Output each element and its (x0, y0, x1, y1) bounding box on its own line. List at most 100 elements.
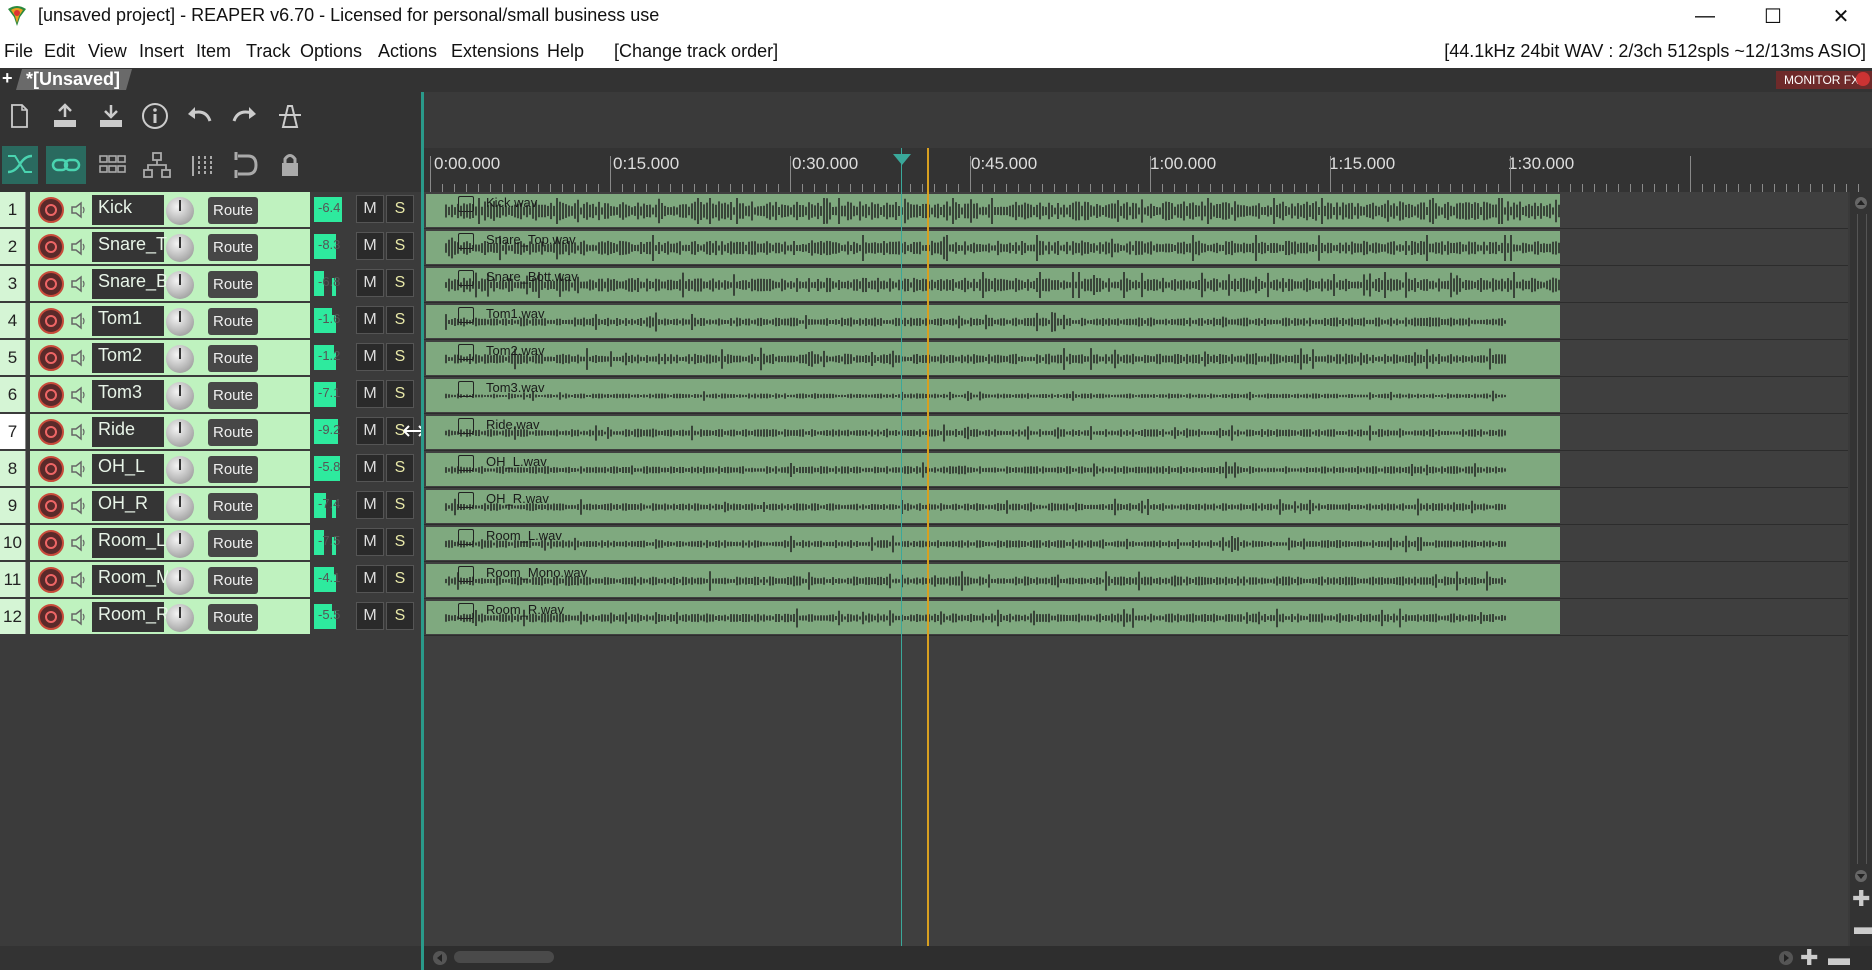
scroll-up-icon[interactable] (1854, 196, 1868, 210)
item-lock-icon[interactable] (458, 566, 474, 582)
item-lock-icon[interactable] (458, 455, 474, 471)
speaker-icon[interactable] (70, 608, 88, 626)
track-number[interactable]: 1 (0, 192, 26, 227)
track-number[interactable]: 5 (0, 340, 26, 375)
track-lane[interactable]: OH_R.wav (424, 488, 1848, 525)
speaker-icon[interactable] (70, 423, 88, 441)
track-meter[interactable]: -7.4 (314, 493, 344, 518)
zoom-in-vertical-icon[interactable]: ✚ (1852, 888, 1870, 910)
route-button[interactable]: Route (208, 456, 258, 483)
track-number[interactable]: 2 (0, 229, 26, 264)
media-item[interactable]: Tom2.wav (426, 342, 1560, 375)
mute-button[interactable]: M (356, 454, 384, 482)
envelope-lock-icon[interactable] (185, 148, 219, 182)
track-row[interactable]: 1 Kick Route -6.4 M S (0, 192, 422, 228)
track-meter[interactable]: -9.2 (314, 419, 344, 444)
route-button[interactable]: Route (208, 308, 258, 335)
mute-button[interactable]: M (356, 417, 384, 445)
volume-knob[interactable] (166, 308, 194, 336)
record-arm-button[interactable] (38, 271, 64, 297)
track-row[interactable]: 11 Room_M Route -4.1 M S (0, 562, 422, 598)
monitor-fx-button[interactable]: MONITOR FX (1776, 71, 1872, 89)
arrange-view[interactable]: Kick.wav Snare_Top.wav Snare_Bott.wav Tom1.… (424, 192, 1848, 946)
scroll-down-icon[interactable] (1854, 869, 1868, 883)
menu-file[interactable]: File (4, 41, 33, 62)
track-number[interactable]: 7 (0, 414, 26, 449)
horizontal-scrollbar[interactable]: ✚ ▬ (424, 946, 1872, 970)
route-button[interactable]: Route (208, 197, 258, 224)
track-row[interactable]: 5 Tom2 Route -1.2 M S (0, 340, 422, 376)
route-button[interactable]: Route (208, 271, 258, 298)
volume-knob[interactable] (166, 345, 194, 373)
track-row[interactable]: 3 Snare_B Route -6.8 M S (0, 266, 422, 302)
volume-knob[interactable] (166, 382, 194, 410)
new-project-icon[interactable] (2, 99, 36, 133)
track-meter[interactable]: -6.4 (314, 197, 344, 222)
track-row[interactable]: 10 Room_L Route -7.5 M S (0, 525, 422, 561)
vertical-scrollbar[interactable]: ✚ ▬ (1850, 192, 1872, 946)
speaker-icon[interactable] (70, 275, 88, 293)
volume-knob[interactable] (166, 567, 194, 595)
track-row[interactable]: 8 OH_L Route -5.8 M S (0, 451, 422, 487)
track-number[interactable]: 6 (0, 377, 26, 412)
menu-change-track-order[interactable]: [Change track order] (614, 41, 778, 62)
record-arm-button[interactable] (38, 308, 64, 334)
mute-button[interactable]: M (356, 269, 384, 297)
metronome-icon[interactable] (273, 99, 307, 133)
track-number[interactable]: 10 (0, 525, 26, 560)
track-number[interactable]: 9 (0, 488, 26, 523)
track-number[interactable]: 4 (0, 303, 26, 338)
route-button[interactable]: Route (208, 493, 258, 520)
timeline-ruler[interactable]: 0:00.000 0:15.000 0:30.000 0:45.000 1:00.000… (424, 148, 1872, 192)
speaker-icon[interactable] (70, 497, 88, 515)
speaker-icon[interactable] (70, 201, 88, 219)
track-lane[interactable]: Ride.wav (424, 414, 1848, 451)
scroll-left-icon[interactable] (432, 950, 448, 966)
solo-button[interactable]: S (386, 232, 414, 260)
item-lock-icon[interactable] (458, 196, 474, 212)
media-item[interactable]: Tom3.wav (426, 379, 1560, 412)
track-meter[interactable]: -7.5 (314, 530, 344, 555)
record-arm-button[interactable] (38, 493, 64, 519)
media-item[interactable]: Snare_Top.wav (426, 231, 1560, 264)
track-meter[interactable]: -6.8 (314, 271, 344, 296)
track-lane[interactable]: Snare_Top.wav (424, 229, 1848, 266)
mute-button[interactable]: M (356, 306, 384, 334)
item-lock-icon[interactable] (458, 344, 474, 360)
media-item[interactable]: OH_R.wav (426, 490, 1560, 523)
save-icon[interactable] (48, 99, 82, 133)
route-button[interactable]: Route (208, 345, 258, 372)
lock-icon[interactable] (273, 148, 307, 182)
track-number[interactable]: 8 (0, 451, 26, 486)
volume-knob[interactable] (166, 493, 194, 521)
menu-extensions[interactable]: Extensions (451, 41, 539, 62)
menu-actions[interactable]: Actions (378, 41, 437, 62)
zoom-out-horizontal-icon[interactable]: ▬ (1828, 947, 1850, 969)
undo-icon[interactable] (182, 99, 216, 133)
route-button[interactable]: Route (208, 382, 258, 409)
mute-button[interactable]: M (356, 343, 384, 371)
mute-button[interactable]: M (356, 528, 384, 556)
menu-options[interactable]: Options (300, 41, 362, 62)
track-lane[interactable]: Tom3.wav (424, 377, 1848, 414)
track-lane[interactable]: Snare_Bott.wav (424, 266, 1848, 303)
vertical-scroll-thumb[interactable] (1857, 214, 1867, 864)
track-row[interactable]: 12 Room_R Route -5.5 M S (0, 599, 422, 635)
add-tab-button[interactable]: + (2, 68, 13, 89)
media-item[interactable]: Tom1.wav (426, 305, 1560, 338)
solo-button[interactable]: S (386, 565, 414, 593)
speaker-icon[interactable] (70, 312, 88, 330)
record-arm-button[interactable] (38, 604, 64, 630)
record-arm-button[interactable] (38, 456, 64, 482)
solo-button[interactable]: S (386, 491, 414, 519)
play-cursor-marker-icon[interactable] (893, 154, 911, 165)
track-number[interactable]: 11 (0, 562, 26, 597)
media-item[interactable]: OH_L.wav (426, 453, 1560, 486)
open-icon[interactable] (94, 99, 128, 133)
media-item[interactable]: Room_R.wav (426, 601, 1560, 634)
volume-knob[interactable] (166, 234, 194, 262)
track-row[interactable]: 7 Ride Route -9.2 M S (0, 414, 422, 450)
zoom-out-vertical-icon[interactable]: ▬ (1854, 916, 1872, 938)
menu-item[interactable]: Item (196, 41, 231, 62)
track-lane[interactable]: Room_L.wav (424, 525, 1848, 562)
